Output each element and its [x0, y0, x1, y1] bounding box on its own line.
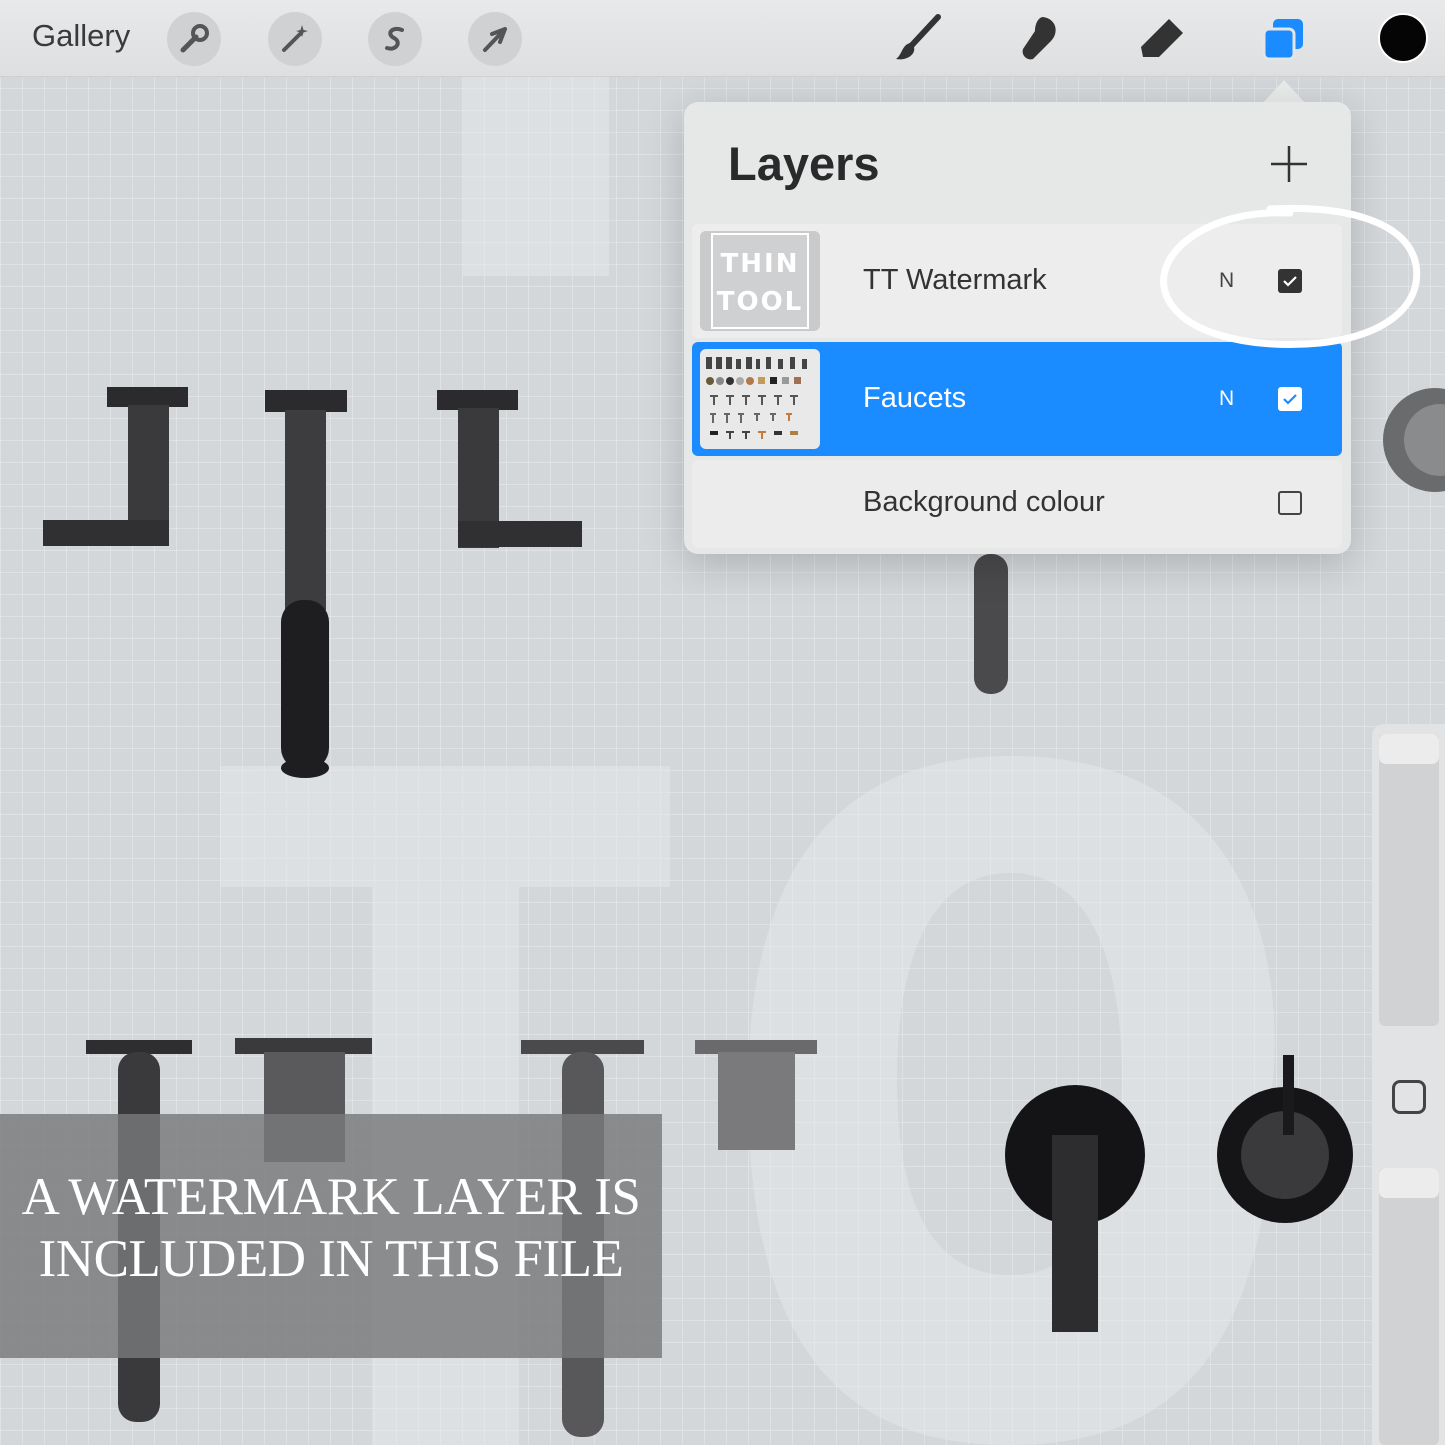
opacity-slider-thumb[interactable] — [1379, 1168, 1439, 1198]
selection-s-icon — [385, 27, 404, 51]
faucet-spout-under-panel — [974, 554, 1008, 694]
knob-edge — [1383, 388, 1445, 492]
actions-button[interactable] — [167, 12, 221, 66]
transform-arrow-icon — [483, 27, 507, 52]
brush-size-slider[interactable] — [1379, 734, 1439, 1026]
layer-name: Background colour — [863, 486, 1105, 518]
layers-icon — [1262, 19, 1303, 61]
gallery-button[interactable]: Gallery — [32, 18, 130, 54]
checkmark-icon — [1283, 394, 1297, 405]
layer-thumbnail — [700, 349, 820, 449]
layer-name: Faucets — [863, 382, 967, 414]
watermark-thumbnail-logo: THIN TOOL — [711, 233, 809, 329]
wrench-icon — [180, 24, 209, 53]
smudge-icon — [1022, 17, 1056, 60]
layer-thumbnail: THIN TOOL — [700, 231, 820, 331]
visibility-checkbox[interactable] — [1278, 387, 1302, 411]
transform-button[interactable] — [468, 12, 522, 66]
visibility-checkbox[interactable] — [1278, 491, 1302, 515]
modify-square-icon[interactable] — [1392, 1080, 1426, 1114]
layer-row-background-colour[interactable]: Background colour — [692, 460, 1342, 548]
faucet-left — [43, 387, 188, 546]
brush-size-slider-thumb[interactable] — [1379, 734, 1439, 764]
magic-wand-icon — [282, 25, 308, 52]
eraser-tool-button[interactable] — [1132, 10, 1190, 68]
top-toolbar: Gallery — [0, 0, 1445, 77]
panel-pointer — [1262, 80, 1306, 104]
plus-icon[interactable] — [1267, 142, 1311, 186]
faucets-thumbnail-image — [706, 357, 807, 439]
side-bar — [1372, 724, 1445, 1445]
smudge-tool-button[interactable] — [1010, 10, 1068, 68]
watermark-info-banner: A WATERMARK LAYER IS INCLUDED IN THIS FI… — [0, 1114, 662, 1358]
selection-button[interactable] — [368, 12, 422, 66]
faucet-center-tall — [265, 390, 347, 778]
faucet-right — [437, 390, 582, 548]
color-swatch[interactable] — [1378, 13, 1428, 63]
adjustments-button[interactable] — [268, 12, 322, 66]
opacity-slider[interactable] — [1379, 1168, 1439, 1445]
banner-text: A WATERMARK LAYER IS INCLUDED IN THIS FI… — [21, 1168, 641, 1288]
layer-name: TT Watermark — [863, 264, 1047, 296]
paint-tool-button[interactable] — [889, 10, 947, 68]
brush-icon — [896, 14, 941, 60]
layers-title: Layers — [728, 137, 880, 190]
blend-mode-button[interactable]: N — [1219, 387, 1234, 411]
layers-button[interactable] — [1253, 10, 1311, 68]
eraser-icon — [1141, 19, 1183, 57]
highlight-circle-annotation — [1160, 204, 1421, 349]
